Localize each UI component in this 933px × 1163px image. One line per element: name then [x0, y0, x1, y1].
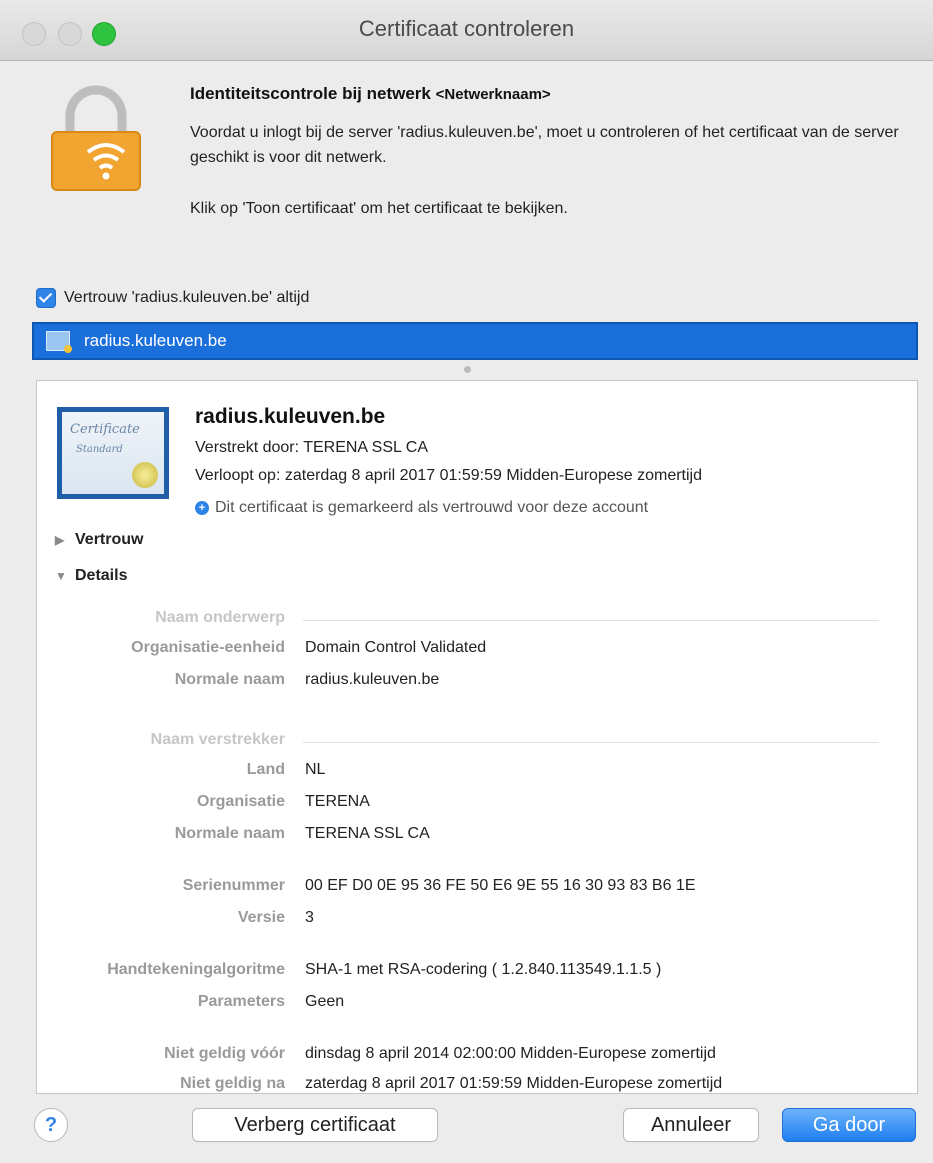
detail-value: Geen	[305, 993, 345, 1010]
certificate-name: radius.kuleuven.be	[195, 405, 386, 428]
detail-label: Organisatie	[196, 793, 285, 810]
detail-value: TERENA SSL CA	[305, 825, 430, 842]
detail-value: SHA-1 met RSA-codering ( 1.2.840.113549.…	[305, 961, 662, 978]
detail-label: Niet geldig vóór	[164, 1045, 285, 1062]
always-trust-label: Vertrouw 'radius.kuleuven.be' altijd	[64, 289, 310, 306]
divider	[303, 742, 879, 743]
issuer-name-header: Naam verstrekker	[37, 731, 917, 755]
detail-value: 3	[305, 909, 314, 926]
certificate-expiry: Verloopt op: zaterdag 8 april 2017 01:59…	[195, 467, 702, 484]
dialog-heading: Identiteitscontrole bij netwerk <Netwerk…	[190, 84, 551, 104]
disclosure-triangle-right-icon: ▶	[55, 533, 65, 547]
detail-row-country: Land NL	[37, 761, 917, 785]
detail-row-not-before: Niet geldig vóór dinsdag 8 april 2014 02…	[37, 1045, 917, 1069]
details-section-label: Details	[75, 567, 128, 584]
issuer-name-header-label: Naam verstrekker	[150, 731, 285, 748]
continue-button[interactable]: Ga door	[782, 1108, 916, 1142]
detail-row-issuer-common-name: Normale naam TERENA SSL CA	[37, 825, 917, 849]
splitter-handle[interactable]	[464, 366, 471, 373]
certificate-icon-subtitle: Standard	[76, 444, 123, 455]
always-trust-checkbox[interactable]	[36, 288, 56, 308]
certificate-status-text: Dit certificaat is gemarkeerd als vertro…	[215, 499, 649, 516]
detail-value: TERENA	[305, 793, 370, 810]
detail-value: Domain Control Validated	[305, 639, 487, 656]
detail-value: NL	[305, 761, 326, 778]
detail-label: Serienummer	[182, 877, 285, 894]
help-button[interactable]: ?	[34, 1108, 68, 1142]
detail-label: Handtekeningalgoritme	[107, 961, 285, 978]
detail-row-signature-algorithm: Handtekeningalgoritme SHA-1 met RSA-code…	[37, 961, 917, 985]
detail-row-common-name: Normale naam radius.kuleuven.be	[37, 671, 917, 695]
detail-row-serial: Serienummer 00 EF D0 0E 95 36 FE 50 E6 9…	[37, 877, 917, 901]
title-bar: Certificaat controleren	[0, 0, 933, 61]
hide-certificate-button[interactable]: Verberg certificaat	[192, 1108, 438, 1142]
dialog-hint: Klik op 'Toon certificaat' om het certif…	[190, 200, 568, 217]
disclosure-triangle-down-icon: ▼	[55, 569, 67, 583]
info-icon: +	[195, 501, 209, 515]
certificate-icon: Certificate Standard	[57, 407, 169, 499]
trust-section-toggle[interactable]: ▶ Vertrouw	[55, 531, 143, 549]
detail-value: radius.kuleuven.be	[305, 671, 440, 688]
certificate-seal-icon	[132, 462, 158, 488]
detail-row-parameters: Parameters Geen	[37, 993, 917, 1017]
certificate-status: + Dit certificaat is gemarkeerd als vert…	[195, 499, 648, 517]
subject-name-header-label: Naam onderwerp	[155, 609, 285, 626]
detail-row-organization: Organisatie TERENA	[37, 793, 917, 817]
certificate-chain-item[interactable]: radius.kuleuven.be	[32, 322, 918, 360]
detail-label: Versie	[237, 909, 285, 926]
details-section-toggle[interactable]: ▼ Details	[55, 567, 127, 585]
certificate-details-panel[interactable]: Certificate Standard radius.kuleuven.be …	[36, 380, 918, 1094]
certificate-icon-title: Certificate	[70, 422, 140, 437]
cancel-button[interactable]: Annuleer	[623, 1108, 759, 1142]
detail-label: Land	[246, 761, 285, 778]
detail-value: zaterdag 8 april 2017 01:59:59 Midden-Eu…	[305, 1075, 723, 1092]
certificate-dialog: Certificaat controleren Identiteitscontr…	[0, 0, 933, 1163]
lock-wifi-icon	[51, 85, 141, 191]
certificate-issuer: Verstrekt door: TERENA SSL CA	[195, 439, 428, 456]
detail-label: Normale naam	[174, 825, 285, 842]
always-trust-checkbox-row[interactable]: Vertrouw 'radius.kuleuven.be' altijd	[36, 288, 309, 308]
detail-row-org-unit: Organisatie-eenheid Domain Control Valid…	[37, 639, 917, 663]
trust-section-label: Vertrouw	[75, 531, 144, 548]
heading-text: Identiteitscontrole bij netwerk	[190, 84, 431, 103]
certificate-small-icon	[46, 331, 72, 353]
detail-label: Parameters	[197, 993, 285, 1010]
divider	[303, 620, 879, 621]
dialog-description: Voordat u inlogt bij de server 'radius.k…	[190, 124, 899, 166]
certificate-icon-face: Certificate Standard	[62, 412, 164, 494]
window-title: Certificaat controleren	[358, 16, 575, 41]
detail-label: Normale naam	[174, 671, 285, 688]
detail-label: Niet geldig na	[180, 1075, 285, 1092]
certificate-chain-label: radius.kuleuven.be	[84, 331, 227, 350]
detail-row-version: Versie 3	[37, 909, 917, 933]
detail-row-not-after: Niet geldig na zaterdag 8 april 2017 01:…	[37, 1075, 917, 1093]
network-name-placeholder: <Netwerknaam>	[435, 86, 551, 103]
detail-value: 00 EF D0 0E 95 36 FE 50 E6 9E 55 16 30 9…	[305, 877, 696, 894]
subject-name-header: Naam onderwerp	[37, 609, 917, 633]
detail-label: Organisatie-eenheid	[131, 639, 285, 656]
detail-value: dinsdag 8 april 2014 02:00:00 Midden-Eur…	[305, 1045, 716, 1062]
